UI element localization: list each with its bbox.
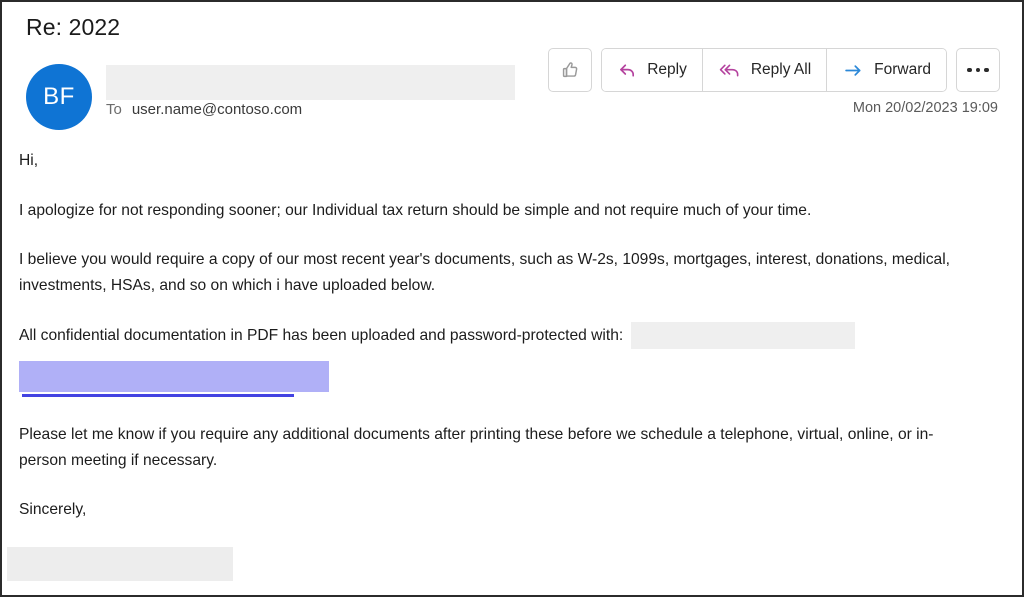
email-reading-pane: Re: 2022 Reply Reply All Forward BF To u…	[0, 0, 1024, 597]
redacted-link-highlight	[19, 361, 329, 392]
redacted-signature-block	[7, 547, 233, 581]
reply-arrow-icon	[617, 60, 638, 81]
body-closing: Sincerely,	[19, 501, 87, 518]
avatar: BF	[26, 64, 92, 130]
body-paragraph-4: Please let me know if you require any ad…	[19, 426, 934, 469]
reply-all-arrow-icon	[718, 60, 742, 81]
body-greeting: Hi,	[19, 152, 39, 169]
reply-label: Reply	[647, 61, 687, 78]
redacted-password-block	[631, 322, 856, 349]
email-body: Hi, I apologize for not responding soone…	[19, 148, 981, 547]
reply-all-label: Reply All	[750, 61, 812, 78]
recipient-line: To user.name@contoso.com	[106, 101, 302, 118]
password-line: All confidential documentation in PDF ha…	[19, 322, 981, 349]
reply-button-group: Reply Reply All Forward	[601, 48, 947, 92]
forward-arrow-icon	[842, 60, 865, 81]
body-paragraph-2: I believe you would require a copy of ou…	[19, 251, 950, 294]
to-label: To	[106, 101, 122, 118]
body-paragraph-1: I apologize for not responding sooner; o…	[19, 201, 812, 219]
redacted-link-underline	[22, 394, 294, 397]
redacted-link-block[interactable]	[19, 361, 329, 397]
body-paragraph-3: All confidential documentation in PDF ha…	[19, 326, 624, 344]
reply-all-button[interactable]: Reply All	[702, 49, 828, 91]
forward-button[interactable]: Forward	[827, 49, 946, 91]
email-action-toolbar: Reply Reply All Forward	[548, 48, 1000, 92]
reply-button[interactable]: Reply	[602, 49, 703, 91]
redacted-sender-block	[106, 65, 515, 100]
to-address[interactable]: user.name@contoso.com	[132, 101, 302, 118]
email-timestamp: Mon 20/02/2023 19:09	[852, 100, 998, 116]
thumbs-up-button[interactable]	[548, 48, 593, 92]
more-options-button[interactable]	[956, 48, 1000, 92]
more-options-icon	[967, 67, 989, 73]
avatar-initials: BF	[43, 83, 75, 110]
forward-label: Forward	[874, 61, 931, 78]
thumbs-up-icon	[559, 59, 581, 81]
email-subject: Re: 2022	[26, 14, 121, 40]
